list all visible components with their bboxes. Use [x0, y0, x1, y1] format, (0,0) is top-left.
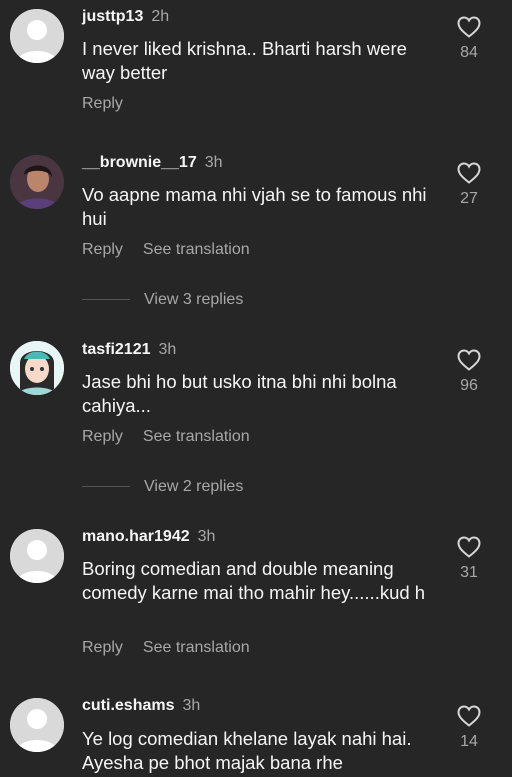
comment-time: 3h — [182, 697, 201, 714]
comment-actions: Reply — [82, 95, 123, 113]
comment-username[interactable]: tasfi2121 3h — [82, 341, 176, 359]
comment-text: Vo aapne mama nhi vjah se to famous nhi … — [82, 184, 427, 229]
avatar[interactable] — [10, 698, 64, 752]
heart-outline-icon[interactable] — [457, 705, 481, 727]
avatar[interactable] — [10, 9, 64, 63]
comment-text: Boring comedian and double meaning comed… — [82, 558, 426, 603]
heart-outline-icon[interactable] — [457, 162, 481, 184]
comment-time: 3h — [204, 154, 223, 171]
heart-outline-icon[interactable] — [457, 349, 481, 371]
avatar[interactable] — [10, 529, 64, 583]
like-count: 96 — [460, 377, 478, 394]
like-button[interactable]: 31 — [455, 536, 483, 582]
comment-actions: Reply See translation — [82, 639, 250, 657]
see-translation-button[interactable]: See translation — [143, 241, 250, 258]
comment-username[interactable]: __brownie__17 3h — [82, 154, 223, 172]
reply-button[interactable]: Reply — [82, 428, 123, 445]
view-replies-label[interactable]: View 2 replies — [144, 478, 243, 495]
reply-button[interactable]: Reply — [82, 241, 123, 258]
comment-actions: Reply See translation — [82, 428, 250, 446]
default-avatar-icon — [10, 529, 64, 583]
default-avatar-icon — [10, 9, 64, 63]
reply-button[interactable]: Reply — [82, 639, 123, 656]
see-translation-button[interactable]: See translation — [143, 428, 250, 445]
comment-text: Jase bhi ho but usko itna bhi nhi bolna … — [82, 371, 397, 416]
like-count: 31 — [460, 564, 478, 581]
comment-time: 3h — [158, 341, 177, 358]
reply-button[interactable]: Reply — [82, 95, 123, 112]
like-count: 14 — [460, 733, 478, 750]
comment-text: Ye log comedian khelane layak nahi hai. … — [82, 728, 412, 773]
comment-username[interactable]: cuti.eshams 3h — [82, 697, 200, 715]
avatar[interactable] — [10, 341, 64, 395]
view-replies-button[interactable]: View 2 replies — [82, 478, 243, 496]
avatar[interactable] — [10, 155, 64, 209]
heart-outline-icon[interactable] — [457, 16, 481, 38]
like-button[interactable]: 27 — [455, 162, 483, 208]
like-button[interactable]: 84 — [455, 16, 483, 62]
comment-text: I never liked krishna.. Bharti harsh wer… — [82, 38, 407, 83]
like-button[interactable]: 96 — [455, 349, 483, 395]
like-count: 84 — [460, 44, 478, 61]
user-photo-icon — [10, 155, 64, 209]
like-count: 27 — [460, 190, 478, 207]
default-avatar-icon — [10, 698, 64, 752]
view-replies-label[interactable]: View 3 replies — [144, 291, 243, 308]
like-button[interactable]: 14 — [455, 705, 483, 751]
heart-outline-icon[interactable] — [457, 536, 481, 558]
comment-actions: Reply See translation — [82, 241, 250, 259]
divider — [82, 299, 130, 301]
divider — [82, 486, 130, 488]
comment-username[interactable]: mano.har1942 3h — [82, 528, 215, 546]
see-translation-button[interactable]: See translation — [143, 639, 250, 656]
comment-time: 2h — [151, 8, 170, 25]
view-replies-button[interactable]: View 3 replies — [82, 291, 243, 309]
cartoon-avatar-icon — [10, 341, 64, 395]
comment-time: 3h — [197, 528, 216, 545]
comment-username[interactable]: justtp13 2h — [82, 8, 169, 26]
